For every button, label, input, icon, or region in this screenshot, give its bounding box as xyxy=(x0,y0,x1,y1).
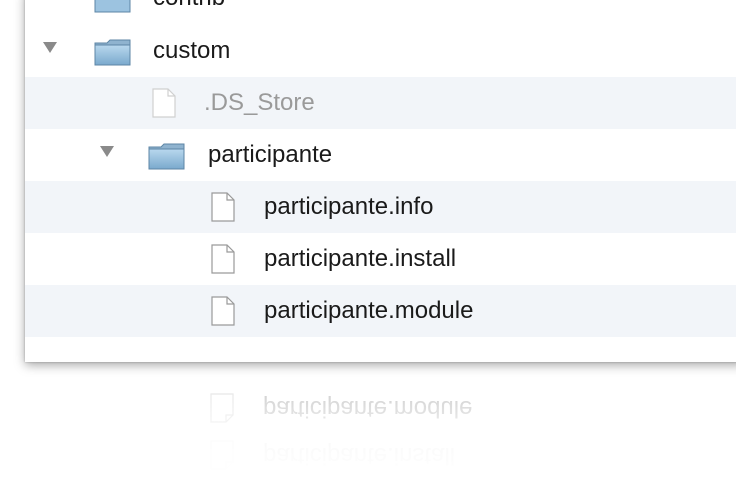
tree-row-custom[interactable]: custom xyxy=(25,25,736,77)
tree-row-label: participante xyxy=(208,141,333,168)
panel-reflection: participante.module participante.install xyxy=(210,380,630,478)
tree-row-label: contrib xyxy=(153,0,225,13)
tree-row-contrib[interactable]: contrib xyxy=(25,0,736,24)
tree-row-participante-module[interactable]: participante.module xyxy=(25,285,736,337)
tree-row-label: custom xyxy=(153,37,231,64)
reflection-label: participante.install xyxy=(263,442,456,469)
document-icon xyxy=(211,296,235,326)
reflection-fade xyxy=(210,380,630,478)
document-icon xyxy=(210,393,234,423)
document-icon xyxy=(210,440,234,470)
folder-icon xyxy=(94,39,131,66)
document-icon xyxy=(211,244,235,274)
tree-row-participante-install[interactable]: participante.install xyxy=(25,233,736,285)
document-icon xyxy=(152,88,176,118)
tree-row-label: .DS_Store xyxy=(204,89,315,116)
tree-row-label: participante.install xyxy=(264,245,457,272)
reflection-label: participante.module xyxy=(263,395,473,422)
folder-icon xyxy=(94,0,131,13)
folder-icon xyxy=(148,143,185,170)
tree-row-participante[interactable]: participante xyxy=(25,129,736,181)
document-icon xyxy=(211,192,235,222)
tree-row-label: participante.module xyxy=(264,297,474,324)
tree-row-participante-info[interactable]: participante.info xyxy=(25,181,736,233)
disclosure-triangle-icon[interactable] xyxy=(43,42,57,53)
tree-row-label: participante.info xyxy=(264,193,434,220)
tree-row-ds-store[interactable]: .DS_Store xyxy=(25,77,736,129)
file-list-panel: contrib custom .DS_ xyxy=(25,0,736,362)
reflection-row: participante.module xyxy=(210,388,630,428)
finder-screenshot: contrib custom .DS_ xyxy=(0,0,736,478)
reflection-row: participante.install xyxy=(210,435,630,475)
disclosure-triangle-icon[interactable] xyxy=(100,146,114,157)
